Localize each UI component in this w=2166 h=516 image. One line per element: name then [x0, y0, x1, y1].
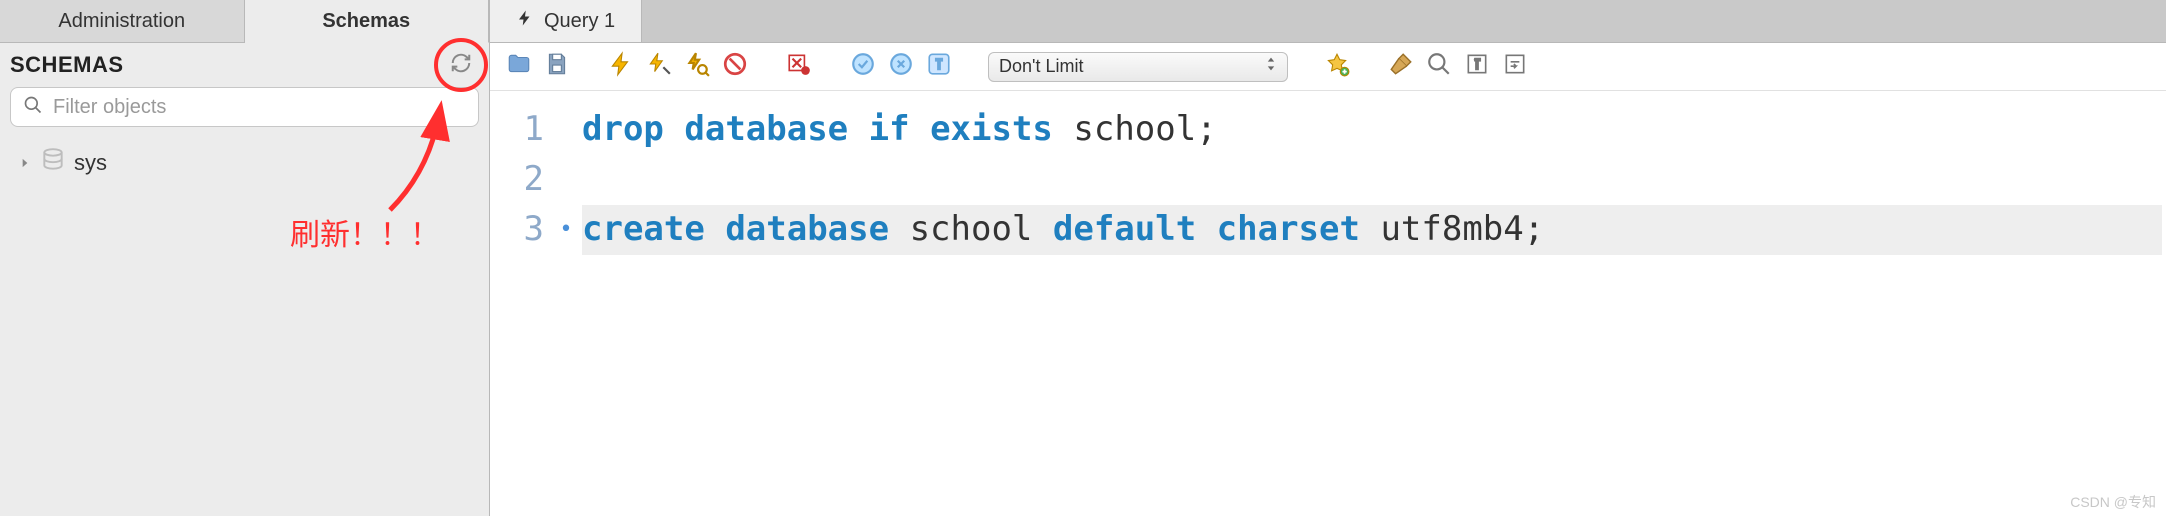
chevron-right-icon — [18, 150, 32, 176]
broom-icon — [1388, 51, 1414, 82]
wrap-icon — [1502, 51, 1528, 82]
schemas-header: SCHEMAS — [0, 43, 489, 85]
x-circle-icon — [888, 51, 914, 82]
query-toolbar: Don't Limit — [490, 43, 2166, 91]
tab-administration[interactable]: Administration — [0, 0, 245, 43]
star-plus-icon — [1324, 51, 1350, 82]
code-line[interactable]: create database school default charset u… — [582, 205, 2162, 255]
toggle-invisible-button[interactable] — [1462, 52, 1492, 82]
filter-input-wrap[interactable] — [10, 87, 479, 127]
limit-label: Don't Limit — [999, 56, 1083, 77]
stop-icon — [722, 51, 748, 82]
code-line[interactable] — [582, 155, 2162, 205]
sql-editor[interactable]: 123 • drop database if exists school; cre… — [490, 91, 2166, 516]
limit-rows-select[interactable]: Don't Limit — [988, 52, 1288, 82]
pilcrow-icon — [1464, 51, 1490, 82]
execute-button[interactable] — [606, 52, 636, 82]
beautify-button[interactable] — [1322, 52, 1352, 82]
pilcrow-box-icon — [926, 51, 952, 82]
find-button[interactable] — [1424, 52, 1454, 82]
save-button[interactable] — [542, 52, 572, 82]
magnifier-icon — [1426, 51, 1452, 82]
execute-current-button[interactable] — [644, 52, 674, 82]
wrap-button[interactable] — [1500, 52, 1530, 82]
open-file-button[interactable] — [504, 52, 534, 82]
brush-button[interactable] — [1386, 52, 1416, 82]
tree-item-sys[interactable]: sys — [10, 141, 479, 185]
refresh-icon — [450, 52, 472, 79]
tree-item-label: sys — [74, 150, 107, 176]
lightning-cursor-icon — [646, 51, 672, 82]
filter-input[interactable] — [53, 96, 466, 119]
schemas-title: SCHEMAS — [10, 52, 124, 78]
rollback-button[interactable] — [886, 52, 916, 82]
lightning-icon — [608, 51, 634, 82]
database-icon — [40, 147, 66, 179]
sidebar-tabs: Administration Schemas — [0, 0, 489, 43]
watermark: CSDN @专知 — [2070, 492, 2156, 512]
save-icon — [544, 51, 570, 82]
explain-button[interactable] — [682, 52, 712, 82]
document-tabs: Query 1 — [490, 0, 2166, 43]
refresh-button[interactable] — [447, 51, 475, 79]
code-line[interactable]: drop database if exists school; — [582, 105, 2162, 155]
tab-schemas[interactable]: Schemas — [245, 0, 490, 43]
lightning-search-icon — [684, 51, 710, 82]
commit-button[interactable] — [848, 52, 878, 82]
sidebar: Administration Schemas SCHEMAS — [0, 0, 490, 516]
check-circle-icon — [850, 51, 876, 82]
main-panel: Query 1 Don't Limit — [490, 0, 2166, 516]
line-markers: • — [554, 91, 578, 516]
tab-label: Query 1 — [544, 10, 615, 33]
stop-button[interactable] — [720, 52, 750, 82]
toggle-whitespace-button[interactable] — [924, 52, 954, 82]
schema-tree: sys — [0, 135, 489, 191]
tab-query-1[interactable]: Query 1 — [490, 0, 642, 42]
code-area[interactable]: drop database if exists school; create da… — [578, 91, 2166, 516]
toggle-autocommit-button[interactable] — [784, 52, 814, 82]
search-icon — [23, 95, 43, 120]
folder-icon — [506, 51, 532, 82]
lightning-icon — [516, 9, 534, 33]
db-x-icon — [786, 51, 812, 82]
updown-icon — [1265, 56, 1277, 77]
line-gutter: 123 — [490, 91, 554, 516]
